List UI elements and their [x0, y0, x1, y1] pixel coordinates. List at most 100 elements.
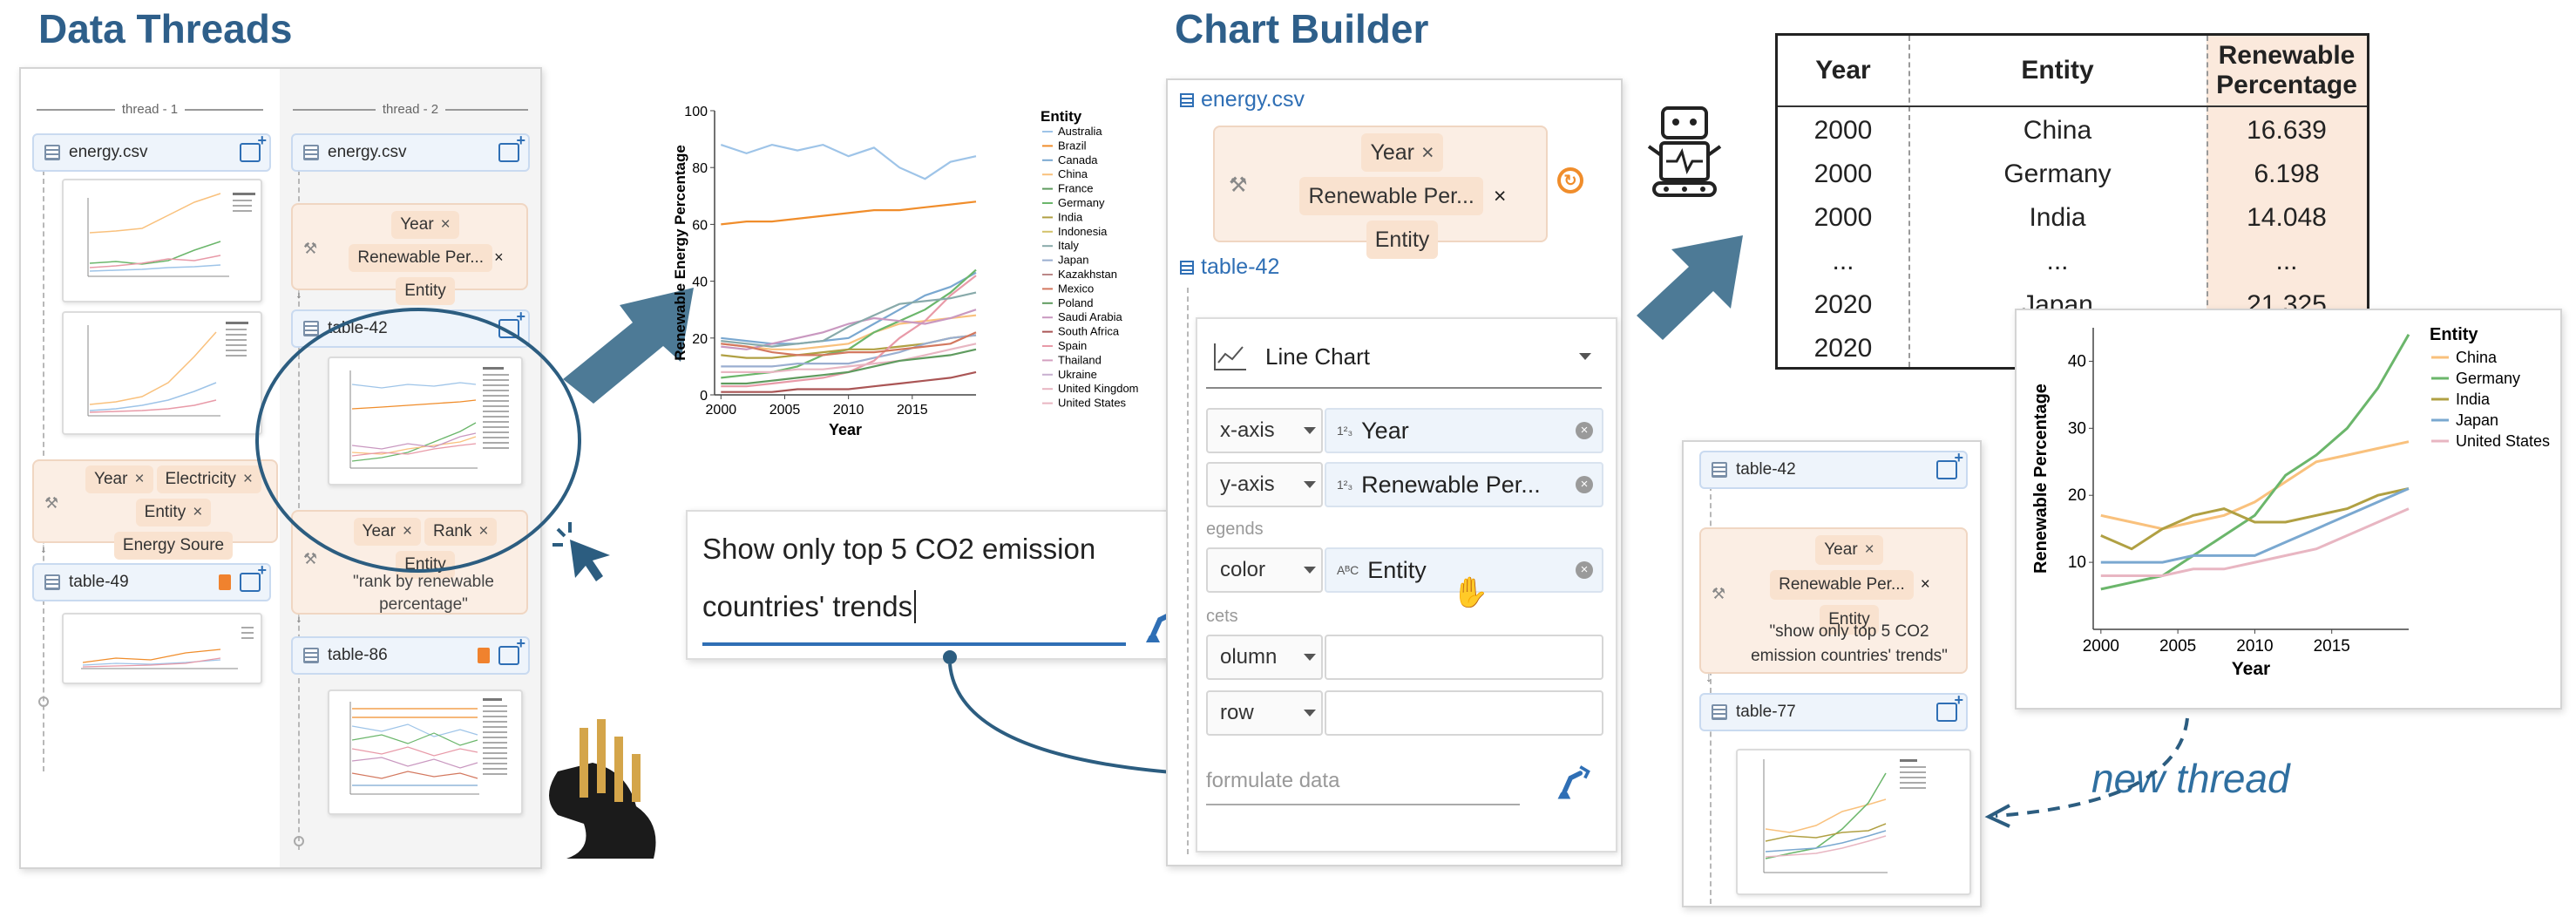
builder-encoding-card[interactable]: ⚒ Year × Renewable Per... × Entity	[1213, 126, 1548, 259]
clear-icon[interactable]: ×	[1576, 476, 1593, 493]
legend-item: Italy	[1058, 239, 1079, 252]
field-chip-year[interactable]: Year ×	[85, 465, 153, 493]
remove-icon: ×	[134, 470, 145, 488]
builder-table[interactable]: table-42	[1180, 255, 1279, 280]
series-line	[720, 143, 977, 180]
field-chip-renewable[interactable]: Renewable Per...	[349, 244, 493, 272]
table-row: 2000 China 16.639	[1778, 109, 2367, 153]
table-cell: 2000	[1813, 160, 1873, 188]
add-chart-icon[interactable]	[1936, 449, 1963, 479]
field-chip-year[interactable]: Year ×	[1361, 133, 1443, 172]
grab-hand-icon: ✋	[1452, 576, 1489, 609]
thread2-table-86[interactable]: table-86	[291, 635, 530, 675]
highlight-ellipse	[255, 308, 581, 573]
legend-item: Germany	[2456, 370, 2520, 387]
thread1-chart-thumbnail-3[interactable]	[62, 613, 262, 684]
add-chart-icon[interactable]	[1936, 691, 1963, 722]
prompt-text-line1: Show only top 5 CO2 emission	[702, 533, 1096, 565]
thread2-chart-thumbnail-2[interactable]	[328, 689, 523, 815]
column-header-year: Year	[1815, 56, 1871, 85]
column-field[interactable]	[1325, 635, 1603, 680]
line-chart-icon	[1214, 343, 1246, 370]
field-chip-year[interactable]: Year ×	[391, 211, 459, 239]
add-chart-icon[interactable]	[240, 132, 267, 162]
field-chip-energy-source[interactable]: Energy Soure	[113, 532, 234, 560]
legend-title: Entity	[1041, 108, 1082, 125]
instruction-text: "rank by renewable percentage"	[352, 573, 494, 614]
app-logo	[549, 719, 656, 859]
table-cell: ...	[2046, 247, 2069, 275]
chart-builder-title: Chart Builder	[1175, 6, 1429, 51]
yaxis-field[interactable]: 1²₃ Renewable Per... ×	[1325, 462, 1603, 507]
table-cell: 2020	[1813, 290, 1873, 319]
refresh-icon[interactable]: ↻	[1557, 167, 1583, 194]
flow-arrow-2	[1637, 235, 1743, 340]
result-line-chart: 10 20 30 40 2000 2005 2010 2015 Year Renewable Pe…	[2031, 325, 2550, 679]
legend-item: France	[1058, 182, 1093, 195]
xaxis-channel-select[interactable]: x-axis	[1206, 408, 1323, 453]
add-chart-icon[interactable]	[240, 561, 267, 592]
field-chip-year[interactable]: Year ×	[1815, 535, 1883, 565]
new-thread-source-table[interactable]: table-42	[1699, 449, 1968, 489]
nl-prompt-box[interactable]: Show only top 5 CO2 emission countries' …	[686, 510, 1186, 660]
delete-icon[interactable]	[219, 574, 231, 590]
new-thread-encoding-card[interactable]: ⚒ Year × Renewable Per... × Entity "show o…	[1699, 527, 1968, 674]
delete-icon[interactable]	[478, 648, 490, 663]
legend-item: United States	[2456, 432, 2550, 450]
field-chip-renewable[interactable]: Renewable Per...	[1770, 570, 1914, 600]
field-chip-renewable[interactable]: Renewable Per...	[1299, 177, 1483, 215]
yaxis-channel-select[interactable]: y-axis	[1206, 462, 1323, 507]
column-channel-select[interactable]: olumn	[1206, 635, 1323, 680]
thread1-encoding-card[interactable]: ⚒ Year × Electricity × Entity × Energy Soure	[32, 459, 278, 560]
legend-item: Spain	[1058, 339, 1087, 352]
thread2-encoding-card-a[interactable]: ⚒ Year × Renewable Per... × Entity	[291, 203, 528, 305]
x-tick-label: 2010	[833, 403, 864, 418]
y-tick-label: 100	[684, 105, 708, 119]
new-thread-chart-thumbnail[interactable]	[1736, 749, 1971, 895]
field-chip-entity[interactable]: Entity ×	[135, 499, 212, 526]
x-tick-label: 2015	[2314, 637, 2350, 655]
chart-config-card: Line Chart x-axis 1²₃ Year × y-axis 1²₃ Re…	[1196, 317, 1617, 852]
legend-title: Entity	[2430, 325, 2478, 344]
table-cell: Germany	[2003, 160, 2112, 188]
remove-icon[interactable]: ×	[494, 248, 504, 266]
x-axis-title: Year	[829, 421, 862, 438]
new-thread-arrow	[1984, 717, 2189, 828]
thread2-source-table[interactable]: energy.csv	[291, 132, 530, 172]
series-line	[2100, 507, 2410, 577]
table-cell: India	[2029, 203, 2086, 232]
field-chip-electricity[interactable]: Electricity ×	[156, 465, 261, 493]
thread-1-header: thread - 1	[37, 102, 263, 117]
x-tick-label: 2000	[706, 403, 737, 418]
row-channel-select[interactable]: row	[1206, 690, 1323, 736]
new-thread-result-table[interactable]: table-77	[1699, 691, 1968, 731]
thread1-derived-table[interactable]: table-49	[32, 561, 271, 601]
formulate-tool-icon[interactable]	[1553, 764, 1593, 804]
add-chart-icon[interactable]	[498, 635, 525, 665]
table-cell: ...	[2275, 247, 2298, 275]
facets-heading: cets	[1206, 607, 1238, 626]
remove-icon[interactable]: ×	[1494, 184, 1507, 208]
formulate-data-input[interactable]: formulate data	[1206, 769, 1520, 805]
table-icon	[1180, 92, 1194, 107]
field-chip-entity[interactable]: Entity	[396, 277, 455, 305]
field-chip-entity[interactable]: Entity	[1366, 221, 1439, 259]
table-cell: 2020	[1813, 334, 1873, 363]
chart-type-select[interactable]: Line Chart	[1206, 326, 1602, 389]
builder-source[interactable]: energy.csv	[1180, 87, 1305, 112]
thread1-chart-thumbnail-2[interactable]	[62, 311, 262, 435]
legend-item: Australia	[1058, 125, 1102, 138]
clear-icon[interactable]: ×	[1576, 561, 1593, 579]
table-cell: ...	[1832, 247, 1854, 275]
remove-icon[interactable]: ×	[1921, 575, 1930, 594]
row-field[interactable]	[1325, 690, 1603, 736]
add-chart-icon[interactable]	[498, 132, 525, 162]
y-tick-label: 20	[692, 332, 708, 347]
legend-item: South Africa	[1058, 325, 1120, 338]
color-channel-select[interactable]: color	[1206, 547, 1323, 593]
clear-icon[interactable]: ×	[1576, 422, 1593, 439]
thread1-chart-thumbnail-1[interactable]	[62, 179, 262, 302]
chart-builder-panel: energy.csv ⚒ Year × Renewable Per... × Ent…	[1166, 78, 1623, 866]
xaxis-field[interactable]: 1²₃ Year ×	[1325, 408, 1603, 453]
thread1-source-table[interactable]: energy.csv	[32, 132, 271, 172]
